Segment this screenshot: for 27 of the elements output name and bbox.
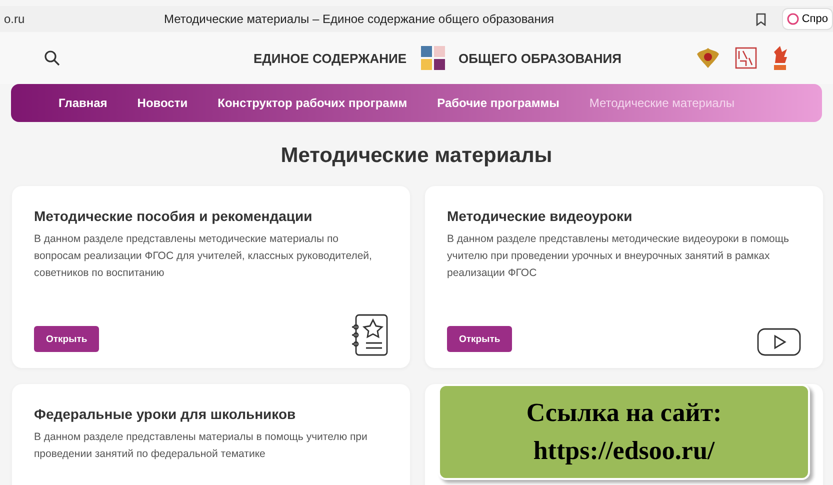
nav-link[interactable]: Главная <box>58 96 108 110</box>
nav-link[interactable]: Новости <box>137 96 188 110</box>
nav-link[interactable]: Рабочие программы <box>437 96 560 110</box>
card-description: В данном разделе представлены методические видеоуроки в помощь учителю при проведении урочных и внеурочных занятий в рамках реализации ФГОС <box>447 232 790 281</box>
institute-logo-icon[interactable] <box>735 47 757 69</box>
card-description: В данном разделе представлены методические материалы по вопросам реализации ФГОС для учителей, классных руководителей, советников по воспитанию <box>34 232 373 281</box>
open-button[interactable]: Открыть <box>447 326 512 352</box>
card-description: В данном разделе представлены материалы в помощь учителю при проведении занятий по федеральной тематике <box>34 430 368 462</box>
address-text[interactable]: o.ru <box>4 12 164 26</box>
link-text: https://edsoo.ru/ <box>533 435 715 467</box>
section-heading: Методические материалы <box>280 144 554 168</box>
assistant-icon <box>786 13 799 25</box>
bookmark-icon[interactable] <box>756 12 766 26</box>
card-title: Федеральные уроки для школьников <box>34 406 297 422</box>
card-title: Методические пособия и рекомендации <box>34 208 314 224</box>
callout-text: Ссылка на сайт: <box>526 397 722 429</box>
search-icon[interactable] <box>44 50 60 66</box>
site-title: ЕДИНОЕ СОДЕРЖАНИЕ <box>253 50 407 66</box>
assistant-button[interactable]: Спро <box>782 8 833 30</box>
site-title: ОБЩЕГО ОБРАЗОВАНИЯ <box>458 50 622 66</box>
page-title-text: Методические материалы – Единое содержание общего образования <box>164 12 556 26</box>
logo-icon <box>420 46 445 70</box>
open-button[interactable]: Открыть <box>34 326 100 352</box>
play-icon <box>757 328 801 356</box>
card-title: Методические видеоуроки <box>447 208 634 224</box>
nav-link[interactable]: Конструктор рабочих программ <box>218 96 408 110</box>
monument-icon[interactable] <box>771 45 789 71</box>
